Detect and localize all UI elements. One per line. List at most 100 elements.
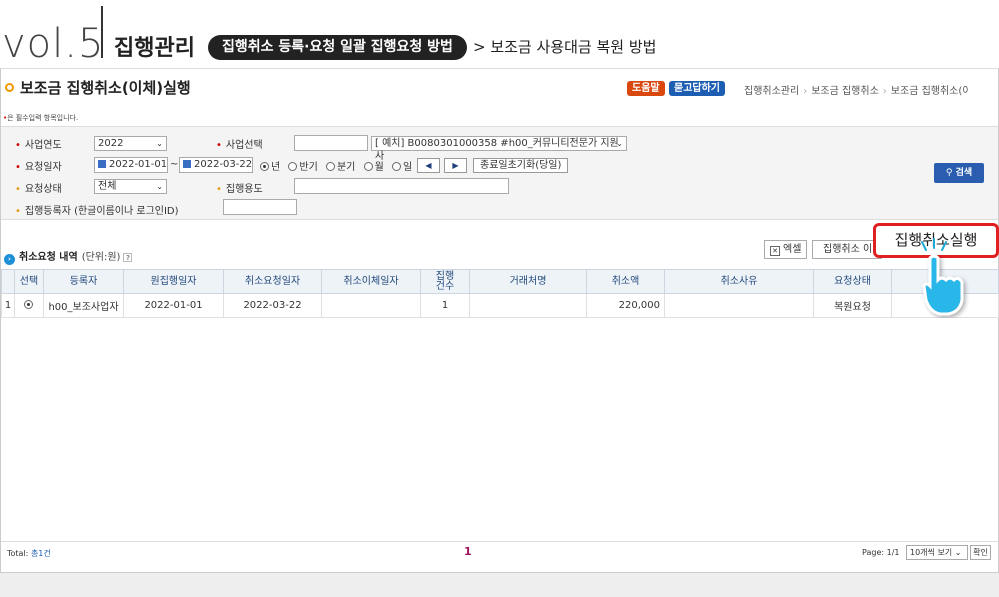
reset-end-date-button[interactable]: 종료일초기화(당일) <box>473 158 569 173</box>
page-size-select[interactable]: 10개씩 보기 ⌄ <box>906 545 968 560</box>
pagination-current[interactable]: 1 <box>464 545 472 558</box>
request-date-label: • 요청일자 <box>15 162 62 173</box>
chevron-down-icon: ⌄ <box>954 548 962 557</box>
pointer-hand-icon <box>921 238 964 316</box>
status-label: • 요청상태 <box>15 184 62 195</box>
optional-dot-icon: • <box>216 184 222 195</box>
row-cancel-req-date: 2022-03-22 <box>223 293 322 318</box>
date-tilde: ~ <box>170 159 179 170</box>
table-footer: Total: 총1건 1 Page: 1/1 10개씩 보기 ⌄ 확인 <box>1 541 998 563</box>
page-size-confirm-button[interactable]: 확인 <box>970 545 991 560</box>
col-header-cancel-transfer-date[interactable]: 취소이체일자 <box>321 269 421 294</box>
row-select-radio[interactable] <box>14 293 44 318</box>
total-count: Total: 총1건 <box>7 549 51 558</box>
radio-icon[interactable] <box>325 162 335 171</box>
help-question-icon[interactable]: ? <box>123 253 133 262</box>
excel-icon: ✕ <box>770 246 780 256</box>
col-header-vendor[interactable]: 거래처명 <box>469 269 587 294</box>
radio-icon[interactable] <box>391 162 401 171</box>
col-header-no <box>1 269 15 294</box>
chevron-right-icon: › <box>882 86 887 97</box>
help-button[interactable]: 도움말 <box>627 81 665 96</box>
col-header-amount[interactable]: 취소액 <box>586 269 665 294</box>
business-select[interactable]: [ 예치] B0080301000358 #h00_커뮤니티전문가 지원사 ⌄ <box>371 136 627 162</box>
topic-pill: 집행취소 등록·요청 일괄 집행요청 방법 <box>208 35 467 60</box>
faq-button[interactable]: 묻고답하기 <box>669 81 725 96</box>
period-radio-month[interactable]: 월 <box>363 162 384 173</box>
row-count: 1 <box>420 293 470 318</box>
table-header-row: 선택 등록자 원집행일자 취소요청일자 취소이체일자 집행 건수 거래처명 취소… <box>1 269 999 294</box>
business-code-input[interactable] <box>294 135 368 151</box>
chevron-right-circle-icon: › <box>4 254 15 265</box>
required-dot-icon: • <box>15 140 21 151</box>
col-header-orig-date[interactable]: 원집행일자 <box>123 269 224 294</box>
chevron-down-icon: ⌄ <box>616 139 623 148</box>
row-vendor <box>469 293 587 318</box>
calendar-icon[interactable] <box>98 160 106 168</box>
row-status: 복원요청 <box>813 293 892 318</box>
cancel-request-table: 선택 등록자 원집행일자 취소요청일자 취소이체일자 집행 건수 거래처명 취소… <box>1 269 999 318</box>
tutorial-banner: vol.5 집행관리 집행취소 등록·요청 일괄 집행요청 방법 > 보조금 사… <box>0 0 999 68</box>
period-radio-quarter[interactable]: 분기 <box>325 162 355 173</box>
row-amount: 220,000 <box>586 293 665 318</box>
optional-dot-icon: • <box>15 206 21 217</box>
table-row[interactable]: 1 h00_보조사업자 2022-01-01 2022-03-22 1 220,… <box>1 293 999 318</box>
radio-checked-icon[interactable] <box>260 162 269 171</box>
required-dot-icon: • <box>15 162 21 173</box>
radio-icon[interactable] <box>288 162 298 171</box>
date-to-input[interactable]: 2022-03-22 <box>179 157 253 173</box>
excel-button[interactable]: ✕ 엑셀 <box>764 240 808 259</box>
col-header-status[interactable]: 요청상태 <box>813 269 892 294</box>
status-select[interactable]: 전체 ⌄ <box>94 179 167 194</box>
volume-label: vol.5 <box>2 21 105 67</box>
search-button[interactable]: ⚲ 검색 <box>934 163 984 183</box>
breadcrumb-item[interactable]: 집행취소관리 <box>744 86 799 97</box>
radio-checked-icon[interactable] <box>23 300 33 309</box>
required-dot-icon: • <box>216 140 222 151</box>
col-header-registrant[interactable]: 등록자 <box>43 269 124 294</box>
required-note: •은 필수입력 항목입니다. <box>3 114 79 122</box>
search-icon: ⚲ <box>945 168 953 178</box>
period-radio-year[interactable]: 년 <box>260 162 280 173</box>
breadcrumb-item[interactable]: 보조금 집행취소(이 <box>891 86 969 97</box>
breadcrumb-item[interactable]: 보조금 집행취소 <box>811 86 879 97</box>
registrant-label: • 집행등록자 (한글이름이나 로그인ID) <box>15 206 179 217</box>
bottom-strip <box>0 573 999 597</box>
row-orig-date: 2022-01-01 <box>123 293 224 318</box>
page-title: 보조금 집행취소(이체)실행 <box>1 77 191 98</box>
title-bullet-icon <box>5 83 14 92</box>
year-label: • 사업연도 <box>15 140 62 151</box>
year-select[interactable]: 2022 ⌄ <box>94 136 167 151</box>
chevron-right-icon: › <box>803 86 808 97</box>
date-from-input[interactable]: 2022-01-01 <box>94 157 168 173</box>
col-header-cancel-req-date[interactable]: 취소요청일자 <box>223 269 322 294</box>
registrant-input[interactable] <box>223 199 297 215</box>
usage-label: • 집행용도 <box>216 184 263 195</box>
banner-divider <box>101 6 103 58</box>
chevron-down-icon: ⌄ <box>156 182 163 191</box>
chevron-down-icon: ⌄ <box>156 139 163 148</box>
row-number: 1 <box>1 293 15 318</box>
topic-subhead: > 보조금 사용대금 복원 방법 <box>473 38 657 56</box>
optional-dot-icon: • <box>15 184 21 195</box>
col-header-count[interactable]: 집행 건수 <box>420 269 470 294</box>
period-radio-day[interactable]: 일 <box>391 162 412 173</box>
period-radio-half[interactable]: 반기 <box>288 162 318 173</box>
calendar-icon[interactable] <box>183 160 191 168</box>
search-panel: • 사업연도 2022 ⌄ • 사업선택 [ 예치] B0080301000358 #… <box>1 126 998 220</box>
business-label: • 사업선택 <box>216 140 263 151</box>
usage-input[interactable] <box>294 178 509 194</box>
list-title: › 취소요청 내역 (단위:원)? <box>4 248 133 265</box>
app-frame: 보조금 집행취소(이체)실행 도움말 묻고답하기 집행취소관리 › 보조금 집행취소… <box>0 68 999 573</box>
col-header-select: 선택 <box>14 269 44 294</box>
row-reason <box>664 293 814 318</box>
col-header-reason[interactable]: 취소사유 <box>664 269 814 294</box>
prev-period-button[interactable]: ◀ <box>417 158 440 173</box>
radio-icon[interactable] <box>363 162 373 171</box>
cancel-exec-button-partial[interactable]: 집행취소 이 <box>812 240 882 259</box>
next-period-button[interactable]: ▶ <box>444 158 467 173</box>
page-info: Page: 1/1 <box>862 548 900 557</box>
period-radio-group: 년 반기 분기 월 일 <box>260 158 417 173</box>
row-cancel-transfer-date <box>321 293 421 318</box>
breadcrumb: 집행취소관리 › 보조금 집행취소 › 보조금 집행취소(이 <box>744 82 969 97</box>
